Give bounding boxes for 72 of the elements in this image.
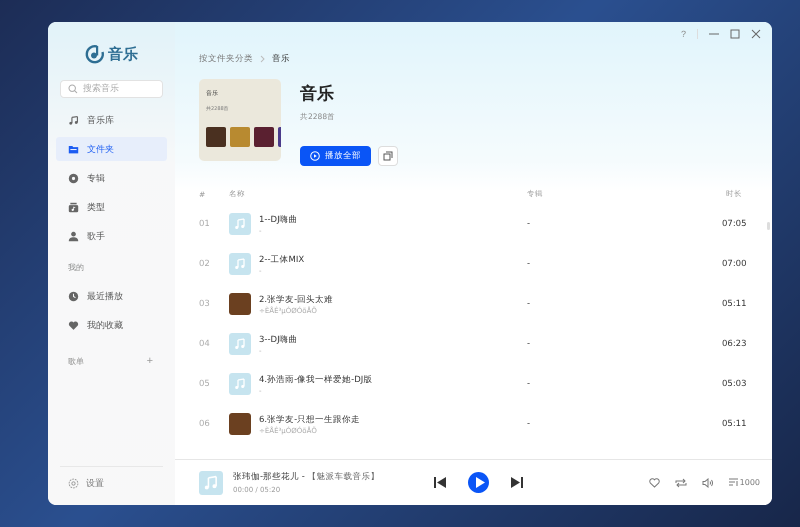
track-number: 01 — [199, 219, 211, 229]
clock-icon — [68, 290, 79, 302]
now-playing-source: 【魅派车载音乐】 — [308, 472, 380, 482]
folder-icon — [68, 144, 79, 154]
sidebar-item[interactable]: 最近播放 — [56, 284, 167, 308]
song-title: 3--DJ嗨曲 — [259, 334, 298, 346]
music-note-icon — [199, 470, 223, 494]
photo-placeholder — [229, 293, 251, 315]
music-note-icon — [68, 114, 79, 126]
photo-placeholder — [206, 127, 226, 147]
settings-item[interactable]: 设置 — [60, 466, 163, 505]
scrollbar-thumb[interactable] — [767, 222, 770, 230]
volume-icon[interactable] — [702, 478, 714, 488]
playlist-icon — [728, 478, 739, 487]
maximize-icon[interactable] — [730, 29, 740, 39]
album-cell-text: - — [527, 419, 532, 429]
track-number: 05 — [199, 379, 211, 389]
track-number: 06 — [199, 419, 211, 429]
play-all-button[interactable]: 播放全部 — [300, 146, 371, 166]
album-cell-text: - — [527, 299, 532, 309]
section-title: 歌单 — [68, 356, 84, 367]
photo-placeholder — [230, 127, 250, 147]
music-note-icon — [229, 333, 251, 355]
album-cell-text: - — [527, 259, 532, 269]
sidebar-item[interactable]: 专辑 — [56, 166, 167, 190]
stacked-squares-icon — [383, 151, 393, 161]
breadcrumb-link[interactable]: 按文件夹分类 — [199, 53, 253, 65]
disc-icon — [68, 172, 79, 184]
breadcrumb-current: 音乐 — [272, 53, 290, 65]
play-button[interactable] — [468, 472, 489, 493]
music-note-icon — [229, 373, 251, 395]
folder-title: 音乐 — [300, 83, 335, 105]
song-title: 6.张学友-只想一生跟你走 — [259, 414, 360, 426]
previous-track-icon[interactable] — [434, 477, 446, 488]
heart-outline-icon[interactable] — [648, 478, 660, 488]
play-circle-icon — [310, 151, 320, 161]
music-note-icon — [229, 253, 251, 275]
repeat-icon[interactable] — [674, 478, 687, 488]
search-icon — [68, 84, 78, 94]
sidebar-item[interactable]: 我的收藏 — [56, 313, 167, 337]
now-playing-title: 张玮伽-那些花儿 - — [233, 472, 306, 482]
sidebar-item[interactable]: 类型 — [56, 195, 167, 219]
photo-placeholder — [229, 413, 251, 435]
album-cell-text: - — [527, 379, 532, 389]
search-field[interactable]: 搜索音乐 — [60, 80, 163, 98]
sidebar-item[interactable]: 音乐库 — [56, 108, 167, 132]
sidebar-item[interactable]: 歌手 — [56, 224, 167, 248]
heart-icon — [68, 320, 79, 330]
album-cell-text: - — [527, 219, 532, 229]
close-icon[interactable] — [751, 29, 761, 39]
sidebar-item[interactable]: 文件夹 — [56, 137, 167, 161]
song-title: 2--工体MIX — [259, 254, 304, 266]
play-icon — [474, 477, 484, 488]
music-logo-icon — [85, 44, 105, 64]
song-title: 4.孙浩雨-像我一样爱她-DJ版 — [259, 374, 372, 386]
song-title: 1--DJ嗨曲 — [259, 214, 298, 226]
track-number: 02 — [199, 259, 211, 269]
app-logo-text: 音乐 — [108, 44, 138, 64]
settings-icon — [68, 478, 79, 489]
album-cell-text: - — [527, 339, 532, 349]
section-title: 我的 — [67, 262, 85, 273]
track-number: 04 — [199, 339, 211, 349]
music-box-icon — [68, 202, 79, 212]
photo-placeholder — [254, 127, 274, 147]
track-number: 03 — [199, 299, 211, 309]
music-note-icon — [229, 213, 251, 235]
chevron-right-icon — [260, 55, 265, 63]
next-track-icon[interactable] — [511, 477, 523, 488]
multi-select-button[interactable] — [378, 146, 398, 166]
playlist-button[interactable]: 1000 — [728, 478, 760, 487]
song-title: 2.张学友-回头太难 — [259, 294, 334, 306]
person-icon — [68, 230, 79, 242]
